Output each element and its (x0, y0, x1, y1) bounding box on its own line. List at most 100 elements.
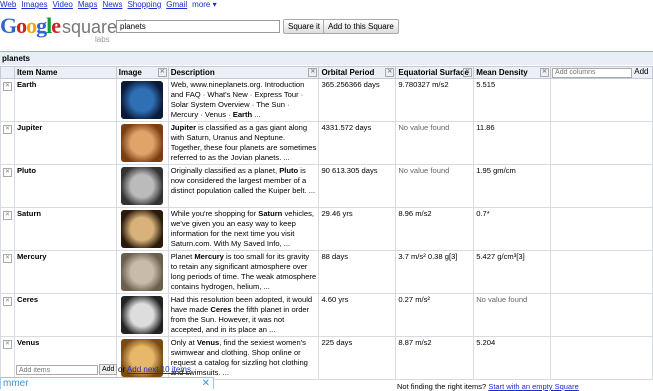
description-cell: Jupiter is classified as a gas giant alo… (167, 121, 320, 165)
image-cell (115, 293, 169, 337)
square-it-button[interactable]: Square it (283, 19, 326, 34)
search-input[interactable] (116, 20, 280, 33)
table-row: ✕ Ceres Had this resolution been adopted, … (0, 293, 653, 337)
planet-image[interactable] (121, 296, 164, 334)
nav-video-link[interactable]: Video (53, 0, 73, 9)
header-orbital-period: Orbital Period ✕ (318, 66, 397, 79)
not-finding-text: Not finding the right items? (397, 382, 487, 391)
remove-row-cell: ✕ (0, 336, 15, 380)
remove-row-icon[interactable]: ✕ (2, 254, 12, 263)
add-to-square-button[interactable]: Add to this Square (323, 19, 399, 34)
google-squared-logo[interactable]: Google squared labs (0, 13, 127, 44)
mean-density-cell[interactable]: No value found (473, 293, 552, 337)
equatorial-surface-cell[interactable]: 0.27 m/s² (395, 293, 475, 337)
planet-image[interactable] (121, 167, 164, 205)
header-description: Description ✕ (167, 66, 320, 79)
header-equatorial-surface: Equatorial Surface ✕ (395, 66, 475, 79)
item-name-cell[interactable]: Mercury (13, 250, 117, 294)
image-cell (115, 121, 169, 165)
planet-image[interactable] (121, 124, 164, 162)
remove-row-icon[interactable]: ✕ (2, 340, 12, 349)
header-add-columns: Add (550, 66, 653, 79)
nav-web-link[interactable]: Web (0, 0, 16, 9)
not-finding-message: Not finding the right items? Start with … (397, 382, 579, 391)
equatorial-surface-cell[interactable]: No value found (395, 121, 475, 165)
logo-google-text: Google (0, 13, 61, 38)
table-row: ✕ Saturn While you're shopping for Saturn … (0, 207, 653, 251)
mean-density-cell[interactable]: 0.7* (473, 207, 552, 251)
planet-image[interactable] (121, 81, 164, 119)
header-image: Image ✕ (115, 66, 169, 79)
remove-row-icon[interactable]: ✕ (2, 82, 12, 91)
remove-column-icon[interactable]: ✕ (540, 68, 550, 77)
remove-column-icon[interactable]: ✕ (157, 68, 167, 77)
item-name-cell[interactable]: Saturn (13, 207, 117, 251)
table-row: ✕ Pluto Originally classified as a planet,… (0, 164, 653, 208)
empty-cell (550, 207, 653, 251)
add-more-links: or Add next 10 items (118, 365, 191, 374)
remove-column-icon[interactable]: ✕ (463, 68, 473, 77)
mean-density-cell[interactable]: 5.427 g/cm³[3] (473, 250, 552, 294)
remove-row-cell: ✕ (0, 250, 15, 294)
mean-density-cell[interactable]: 11.86 (473, 121, 552, 165)
description-cell: Web, www.nineplanets.org. Introduction a… (167, 78, 320, 122)
nav-shopping-link[interactable]: Shopping (127, 0, 161, 9)
image-cell (115, 250, 169, 294)
item-name: Pluto (16, 166, 36, 175)
remove-row-cell: ✕ (0, 293, 15, 337)
nav-more-menu[interactable]: more ▾ (192, 0, 216, 9)
planet-image[interactable] (121, 210, 164, 248)
equatorial-surface-cell[interactable]: 9.780327 m/s2 (395, 78, 475, 122)
orbital-period-cell[interactable]: 4331.572 days (318, 121, 397, 165)
remove-row-icon[interactable]: ✕ (2, 125, 12, 134)
close-icon[interactable]: ✕ (202, 378, 210, 390)
add-column-button[interactable]: Add (634, 67, 648, 76)
nav-news-link[interactable]: News (102, 0, 122, 9)
add-next-items-link[interactable]: Add next 10 items (127, 365, 191, 374)
item-name-cell[interactable]: Earth (13, 78, 117, 122)
mean-density-cell[interactable]: 5.515 (473, 78, 552, 122)
item-name-cell[interactable]: Ceres (13, 293, 117, 337)
nav-images-link[interactable]: Images (21, 0, 47, 9)
item-name: Saturn (16, 209, 42, 218)
or-text: or (118, 365, 126, 374)
item-name-cell[interactable]: Jupiter (13, 121, 117, 165)
orbital-period-cell[interactable]: 90 613.305 days (318, 164, 397, 208)
item-name: Mercury (16, 252, 47, 261)
planet-image[interactable] (121, 253, 164, 291)
top-navigation: Web Images Video Maps News Shopping Gmail more … (0, 0, 222, 9)
orbital-period-cell[interactable]: 88 days (318, 250, 397, 294)
orbital-period-cell[interactable]: 4.60 yrs (318, 293, 397, 337)
image-cell (115, 207, 169, 251)
remove-column-icon[interactable]: ✕ (385, 68, 395, 77)
add-columns-input[interactable] (552, 67, 633, 78)
description-cell: Originally classified as a planet, Pluto… (167, 164, 320, 208)
nav-gmail-link[interactable]: Gmail (166, 0, 187, 9)
remove-row-icon[interactable]: ✕ (2, 297, 12, 306)
results-table: Item Name Image ✕ Description ✕ Orbital Pe… (0, 66, 653, 380)
add-item-button[interactable]: Add (99, 364, 118, 375)
item-name: Jupiter (16, 123, 43, 132)
mean-density-cell[interactable]: 5.204 (473, 336, 552, 380)
mean-density-cell[interactable]: 1.95 gm/cm (473, 164, 552, 208)
nav-maps-link[interactable]: Maps (78, 0, 98, 9)
equatorial-surface-cell[interactable]: 3.7 m/s² 0.38 g[3] (395, 250, 475, 294)
image-cell (115, 78, 169, 122)
remove-row-icon[interactable]: ✕ (2, 211, 12, 220)
empty-cell (550, 164, 653, 208)
remove-column-icon[interactable]: ✕ (308, 68, 318, 77)
orbital-period-cell[interactable]: 365.256366 days (318, 78, 397, 122)
remove-row-icon[interactable]: ✕ (2, 168, 12, 177)
item-name-cell[interactable]: Pluto (13, 164, 117, 208)
header-mean-density: Mean Density ✕ (473, 66, 552, 79)
orbital-period-cell[interactable]: 29.46 yrs (318, 207, 397, 251)
item-name: Earth (16, 80, 37, 89)
equatorial-surface-cell[interactable]: 8.96 m/s2 (395, 207, 475, 251)
orbital-period-cell[interactable]: 225 days (318, 336, 397, 380)
start-empty-square-link[interactable]: Start with an empty Square (488, 382, 578, 391)
image-cell (115, 164, 169, 208)
equatorial-surface-cell[interactable]: 8.87 m/s2 (395, 336, 475, 380)
add-items-input[interactable] (16, 365, 98, 375)
equatorial-surface-cell[interactable]: No value found (395, 164, 475, 208)
chat-popup[interactable]: mmer ✕ (0, 377, 214, 389)
